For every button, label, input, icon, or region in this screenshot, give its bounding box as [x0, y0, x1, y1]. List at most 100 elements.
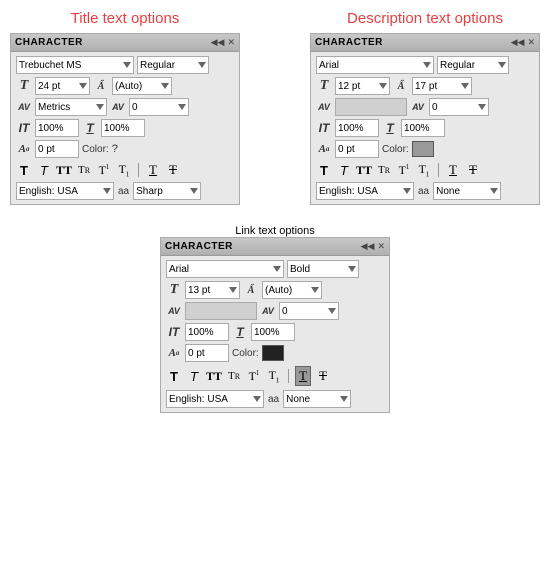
leading-select[interactable]: (Auto): [112, 77, 172, 95]
link-scale-v-input[interactable]: [185, 323, 229, 341]
type-underline-btn[interactable]: T: [145, 162, 161, 178]
scale-h-input[interactable]: [101, 119, 145, 137]
desc-aa-label: aa: [418, 186, 429, 197]
link-type-smallcaps-btn[interactable]: Tr: [226, 370, 242, 382]
baseline-input[interactable]: [35, 140, 79, 158]
desc-baseline-input[interactable]: [335, 140, 379, 158]
desc-type-sub-btn[interactable]: T1: [416, 162, 432, 178]
kern-icon: AV: [16, 99, 32, 115]
link-baseline-icon: Aa: [166, 345, 182, 361]
link-type-sub-btn[interactable]: T1: [266, 368, 282, 384]
link-scale-v-icon: IT: [166, 324, 182, 340]
desc-header-controls: ◀◀ ✕: [511, 37, 535, 48]
link-type-underline-btn[interactable]: T: [295, 366, 311, 386]
description-section-label: Description text options: [347, 10, 503, 27]
desc-leading-select[interactable]: 17 pt: [412, 77, 472, 95]
desc-size-select[interactable]: 12 pt: [335, 77, 390, 95]
minimize-btn[interactable]: ◀◀: [211, 37, 225, 48]
header-controls: ◀◀ ✕: [211, 37, 235, 48]
desc-track-select[interactable]: 0: [429, 98, 489, 116]
link-section-label: Link text options: [235, 225, 315, 237]
link-type-bold-btn[interactable]: T: [166, 369, 182, 384]
link-aa-select[interactable]: None: [283, 390, 351, 408]
type-smallcaps-btn[interactable]: Tr: [76, 164, 92, 176]
size-row: T 24 pt A̋ (Auto): [16, 77, 234, 95]
desc-type-tt-btn[interactable]: TT: [356, 163, 372, 178]
size-select[interactable]: 24 pt: [35, 77, 90, 95]
desc-panel-header: CHARACTER ◀◀ ✕: [311, 34, 539, 52]
baseline-row: Aa Color: ?: [16, 140, 234, 158]
title-section-label: Title text options: [71, 10, 180, 27]
link-size-select[interactable]: 13 pt: [185, 281, 240, 299]
desc-scale-row: IT T: [316, 119, 534, 137]
desc-scale-v-input[interactable]: [335, 119, 379, 137]
type-super-btn[interactable]: T1: [96, 163, 112, 178]
desc-close-btn[interactable]: ✕: [527, 37, 535, 48]
link-scale-row: IT T: [166, 323, 384, 341]
type-sub-btn[interactable]: T1: [116, 162, 132, 178]
link-color-label: Color:: [232, 348, 259, 359]
desc-minimize-btn[interactable]: ◀◀: [511, 37, 525, 48]
link-leading-select[interactable]: (Auto): [262, 281, 322, 299]
link-lang-select[interactable]: English: USA: [166, 390, 264, 408]
link-minimize-btn[interactable]: ◀◀: [361, 241, 375, 252]
link-kern-select[interactable]: [185, 302, 257, 320]
link-header-controls: ◀◀ ✕: [361, 241, 385, 252]
link-type-tt-btn[interactable]: TT: [206, 369, 222, 384]
link-divider1: [288, 369, 289, 383]
type-italic-btn[interactable]: T: [36, 163, 52, 178]
type-tt-btn[interactable]: TT: [56, 163, 72, 178]
link-kern-icon: AV: [166, 303, 182, 319]
link-panel-header: CHARACTER ◀◀ ✕: [161, 238, 389, 256]
desc-type-smallcaps-btn[interactable]: Tr: [376, 164, 392, 176]
desc-color-box[interactable]: [412, 141, 434, 157]
title-panel: CHARACTER ◀◀ ✕ Trebuchet MS Regular: [10, 33, 240, 205]
close-btn[interactable]: ✕: [227, 37, 235, 48]
panel-header: CHARACTER ◀◀ ✕: [11, 34, 239, 52]
link-type-super-btn[interactable]: T1: [246, 369, 262, 384]
panel-body: Trebuchet MS Regular T 24 pt A̋ (Auto): [11, 52, 239, 204]
link-track-select[interactable]: 0: [279, 302, 339, 320]
link-color-box[interactable]: [262, 345, 284, 361]
desc-style-select[interactable]: Regular: [437, 56, 509, 74]
link-scale-h-input[interactable]: [251, 323, 295, 341]
color-value: ?: [112, 143, 118, 155]
link-font-select[interactable]: Arial: [166, 260, 284, 278]
aa-label: aa: [118, 186, 129, 197]
link-type-strike-btn[interactable]: T: [315, 368, 331, 384]
desc-font-select[interactable]: Arial: [316, 56, 434, 74]
desc-panel-title: CHARACTER: [315, 37, 383, 48]
desc-type-underline-btn[interactable]: T: [445, 162, 461, 178]
desc-scale-v-icon: IT: [316, 120, 332, 136]
scale-h-icon: T: [82, 120, 98, 136]
description-panel: CHARACTER ◀◀ ✕ Arial Regular T: [310, 33, 540, 205]
link-style-select[interactable]: Bold: [287, 260, 359, 278]
desc-type-strike-btn[interactable]: T: [465, 162, 481, 178]
type-strike-btn[interactable]: T: [165, 162, 181, 178]
style-select[interactable]: Regular: [137, 56, 209, 74]
track-select[interactable]: 0: [129, 98, 189, 116]
link-panel-body: Arial Bold T 13 pt A̋ (Auto) AV: [161, 256, 389, 412]
font-select[interactable]: Trebuchet MS: [16, 56, 134, 74]
kern-select[interactable]: Metrics: [35, 98, 107, 116]
desc-scale-h-icon: T: [382, 120, 398, 136]
lang-row: English: USA aa Sharp None: [16, 182, 234, 200]
desc-type-super-btn[interactable]: T1: [396, 163, 412, 178]
desc-aa-select[interactable]: None: [433, 182, 501, 200]
desc-type-italic-btn[interactable]: T: [336, 163, 352, 178]
desc-lang-select[interactable]: English: USA: [316, 182, 414, 200]
desc-kern-select[interactable]: [335, 98, 407, 116]
link-type-italic-btn[interactable]: T: [186, 369, 202, 384]
type-bold-btn[interactable]: T: [16, 163, 32, 178]
desc-scale-h-input[interactable]: [401, 119, 445, 137]
link-baseline-input[interactable]: [185, 344, 229, 362]
link-font-row: Arial Bold: [166, 260, 384, 278]
lang-select[interactable]: English: USA: [16, 182, 114, 200]
desc-type-bold-btn[interactable]: T: [316, 163, 332, 178]
panel-title: CHARACTER: [15, 37, 83, 48]
baseline-icon: Aa: [16, 141, 32, 157]
desc-kern-row: AV AV 0: [316, 98, 534, 116]
aa-select[interactable]: Sharp None: [133, 182, 201, 200]
scale-v-input[interactable]: [35, 119, 79, 137]
link-close-btn[interactable]: ✕: [377, 241, 385, 252]
